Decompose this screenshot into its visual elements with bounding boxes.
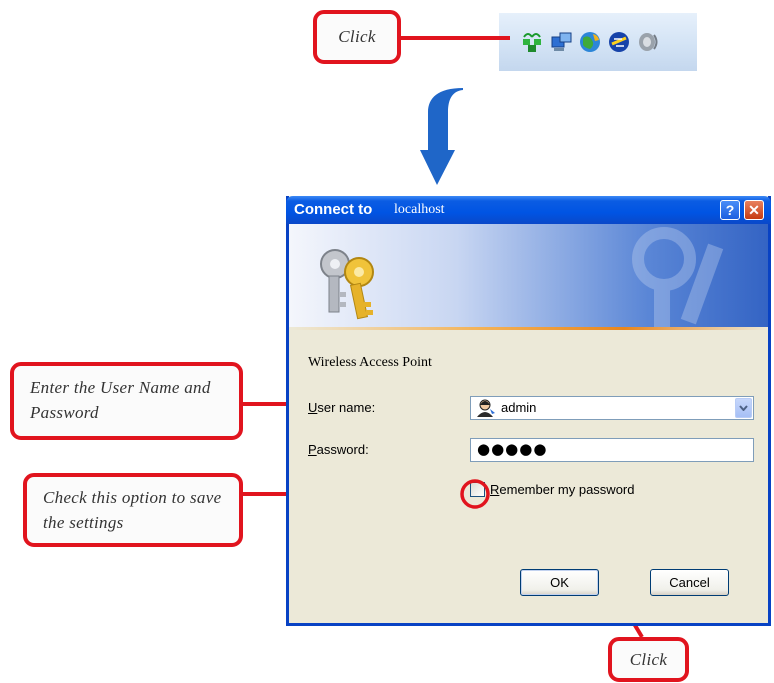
tray-icons (520, 31, 658, 53)
network-computer-icon[interactable] (551, 32, 572, 51)
username-combobox[interactable]: admin (470, 396, 754, 420)
remember-password-checkbox[interactable] (470, 482, 485, 497)
callout-text: Click (338, 27, 376, 46)
password-label: Password: (308, 442, 369, 457)
callout-text: Enter the User Name and Password (30, 378, 211, 422)
username-accel: U (308, 400, 318, 415)
connect-dialog: Connect to localhost ? ✕ Wireless Access… (286, 196, 771, 626)
dialog-title: Connect to (294, 201, 373, 218)
password-value: ●●●●● (477, 440, 548, 458)
network-connect-icon[interactable] (609, 32, 629, 52)
keys-icon (320, 227, 724, 327)
speaker-icon[interactable] (639, 33, 658, 51)
close-button[interactable]: ✕ (744, 200, 764, 220)
dialog-host: localhost (394, 202, 445, 217)
wireless-network-icon[interactable] (520, 31, 544, 53)
username-label-text: ser name: (317, 400, 376, 415)
dropdown-button[interactable] (735, 398, 752, 418)
callout-text: Click (629, 649, 668, 669)
remember-callout: Check this option to save the settings (23, 473, 243, 547)
dialog-banner (289, 224, 768, 327)
username-value: admin (501, 400, 537, 415)
remember-accel: R (490, 482, 500, 497)
credentials-callout: Enter the User Name and Password (10, 362, 243, 440)
user-avatar-icon (477, 399, 495, 417)
callout-text: Check this option to save the settings (43, 488, 222, 532)
down-arrow-icon (420, 88, 463, 185)
globe-icon[interactable] (580, 32, 600, 52)
ok-button[interactable]: OK (520, 569, 599, 596)
remember-password-label[interactable]: Remember my password (490, 482, 635, 497)
click-callout-ok: Click (608, 637, 689, 682)
password-label-text: assword: (316, 442, 369, 457)
cancel-button[interactable]: Cancel (650, 569, 729, 596)
click-callout-tray: Click (313, 10, 401, 64)
realm-text: Wireless Access Point (308, 355, 432, 370)
username-label: User name: (308, 400, 375, 415)
title-bar[interactable]: Connect to localhost ? ✕ (286, 196, 771, 224)
banner-divider (289, 327, 768, 330)
password-accel: P (308, 442, 317, 457)
chevron-down-icon (739, 405, 748, 411)
system-tray (499, 12, 697, 71)
help-button[interactable]: ? (720, 200, 740, 220)
remember-label-text: emember my password (499, 482, 635, 497)
password-field[interactable]: ●●●●● (470, 438, 754, 462)
